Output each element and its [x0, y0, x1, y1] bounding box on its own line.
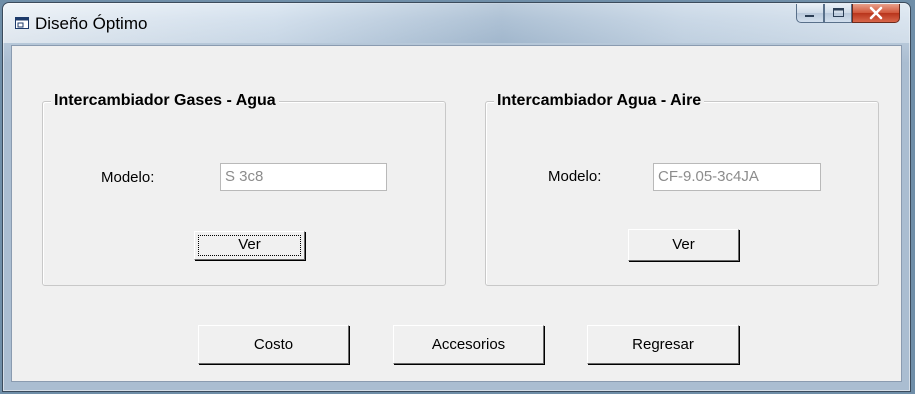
- model-field-gases-agua[interactable]: S 3c8: [220, 163, 387, 191]
- group-gases-agua-title: Intercambiador Gases - Agua: [51, 92, 279, 110]
- close-button[interactable]: [852, 4, 900, 23]
- window-title: Diseño Óptimo: [35, 14, 148, 33]
- model-label-agua-aire: Modelo:: [548, 168, 602, 185]
- ver-button-label: Ver: [238, 236, 261, 253]
- close-icon: [869, 6, 883, 20]
- regresar-button-label: Regresar: [632, 336, 694, 353]
- costo-button[interactable]: Costo: [198, 325, 349, 364]
- minimize-icon: [805, 15, 814, 17]
- maximize-icon: [833, 8, 844, 17]
- model-field-agua-aire[interactable]: CF-9.05-3c4JA: [653, 163, 821, 191]
- ver-button-gases-agua[interactable]: Ver: [194, 231, 305, 260]
- dialog-client-area: Intercambiador Gases - Agua Modelo: S 3c…: [11, 45, 902, 382]
- app-window: Diseño Óptimo Intercambiador Gases - Agu…: [2, 2, 911, 392]
- window-controls: [796, 4, 900, 24]
- ver-button-label: Ver: [672, 236, 695, 253]
- model-label-gases-agua: Modelo:: [101, 169, 155, 186]
- regresar-button[interactable]: Regresar: [587, 325, 739, 364]
- minimize-button[interactable]: [796, 4, 824, 23]
- title-bar[interactable]: Diseño Óptimo: [3, 3, 910, 43]
- accesorios-button-label: Accesorios: [431, 336, 506, 353]
- costo-button-label: Costo: [253, 336, 294, 353]
- group-gases-agua: Intercambiador Gases - Agua Modelo: S 3c…: [42, 92, 446, 286]
- maximize-button[interactable]: [824, 4, 852, 23]
- accesorios-button[interactable]: Accesorios: [393, 325, 544, 364]
- ver-button-agua-aire[interactable]: Ver: [628, 229, 739, 261]
- window-icon: [15, 17, 29, 29]
- group-agua-aire-title: Intercambiador Agua - Aire: [494, 92, 705, 110]
- group-agua-aire: Intercambiador Agua - Aire Modelo: CF-9.…: [485, 92, 879, 286]
